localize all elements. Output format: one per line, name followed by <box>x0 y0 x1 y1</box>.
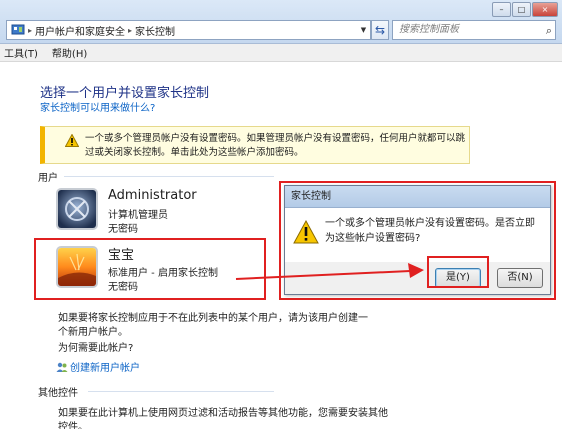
dialog-body: 一个或多个管理员帐户没有设置密码。是否立即为这些帐户设置密码? <box>285 208 550 262</box>
warning-banner[interactable]: 一个或多个管理员帐户没有设置密码。如果管理员帐户没有设置密码，任何用户就都可以跳… <box>40 126 470 164</box>
other-controls-label: 其他控件 <box>38 388 78 399</box>
help-link[interactable]: 家长控制可以用来做什么? <box>40 99 155 114</box>
breadcrumb-separator: ▸ <box>28 25 33 35</box>
maximize-button[interactable]: □ <box>512 2 531 17</box>
dialog-title: 家长控制 <box>285 186 550 208</box>
account-baobao[interactable]: 宝宝 标准用户 - 启用家长控制 无密码 <box>56 244 256 296</box>
dialog-button-row: 是(Y) 否(N) <box>285 262 550 294</box>
menu-bar: 工具(T) 帮助(H) <box>0 44 562 62</box>
create-account-link[interactable]: 创建新用户帐户 <box>70 359 140 374</box>
users-section-label: 用户 <box>38 173 58 184</box>
menu-item-tools[interactable]: 工具(T) <box>4 45 38 60</box>
baobao-avatar-icon <box>58 248 96 286</box>
users-icon <box>56 362 68 372</box>
account-name: Administrator <box>108 188 197 203</box>
parental-controls-dialog: 家长控制 一个或多个管理员帐户没有设置密码。是否立即为这些帐户设置密码? 是(Y… <box>284 185 551 295</box>
account-password-status: 无密码 <box>108 224 138 235</box>
account-role: 标准用户 - 启用家长控制 <box>108 268 218 279</box>
divider <box>88 391 274 392</box>
address-bar: – □ × ▸ 用户帐户和家庭安全 ▸ 家长控制 ▼ ⇆ 搜索控制面板 ⌕ <box>0 0 562 44</box>
control-panel-icon <box>11 24 25 35</box>
administrator-avatar-icon <box>58 190 96 228</box>
other-controls-text-continued: 控件。 <box>58 422 88 429</box>
highlight-frame-yes-button <box>427 256 489 288</box>
minimize-button[interactable]: – <box>492 2 511 17</box>
refresh-button[interactable]: ⇆ <box>371 20 389 40</box>
search-placeholder: 搜索控制面板 <box>399 24 459 35</box>
breadcrumb-item-parental-controls[interactable]: 家长控制 <box>135 23 175 38</box>
warning-icon <box>293 220 319 244</box>
other-controls-text: 如果要在此计算机上使用网页过滤和活动报告等其他功能，您需要安装其他 <box>58 408 388 419</box>
breadcrumb-item-user-accounts[interactable]: 用户帐户和家庭安全 <box>35 23 125 38</box>
menu-item-help[interactable]: 帮助(H) <box>52 45 87 60</box>
account-administrator[interactable]: Administrator 计算机管理员 无密码 <box>56 186 276 238</box>
avatar <box>56 246 98 288</box>
create-account-info: 如果要将家长控制应用于不在此列表中的某个用户，请为该用户创建一个新用户帐户。 <box>58 313 368 338</box>
why-account-link[interactable]: 为何需要此帐户? <box>58 342 133 356</box>
breadcrumb-separator: ▸ <box>128 25 133 35</box>
divider <box>64 176 274 177</box>
account-role: 计算机管理员 <box>108 210 168 221</box>
account-name: 宝宝 <box>108 248 135 263</box>
account-password-status: 无密码 <box>108 282 138 293</box>
dialog-message: 一个或多个管理员帐户没有设置密码。是否立即为这些帐户设置密码? <box>325 218 535 244</box>
address-dropdown-button[interactable]: ▼ <box>357 20 371 40</box>
search-input[interactable]: 搜索控制面板 ⌕ <box>392 20 556 40</box>
create-account-row[interactable]: 创建新用户帐户 <box>56 359 140 374</box>
avatar <box>56 188 98 230</box>
warning-icon <box>65 134 79 147</box>
breadcrumb[interactable]: ▸ 用户帐户和家庭安全 ▸ 家长控制 <box>6 20 358 40</box>
window-controls: – □ × <box>492 2 558 17</box>
refresh-icon: ⇆ <box>374 23 386 37</box>
no-button[interactable]: 否(N) <box>497 268 543 288</box>
warning-text: 一个或多个管理员帐户没有设置密码。如果管理员帐户没有设置密码，任何用户就都可以跳… <box>85 133 466 158</box>
close-button[interactable]: × <box>532 2 558 17</box>
search-icon[interactable]: ⌕ <box>546 22 552 40</box>
